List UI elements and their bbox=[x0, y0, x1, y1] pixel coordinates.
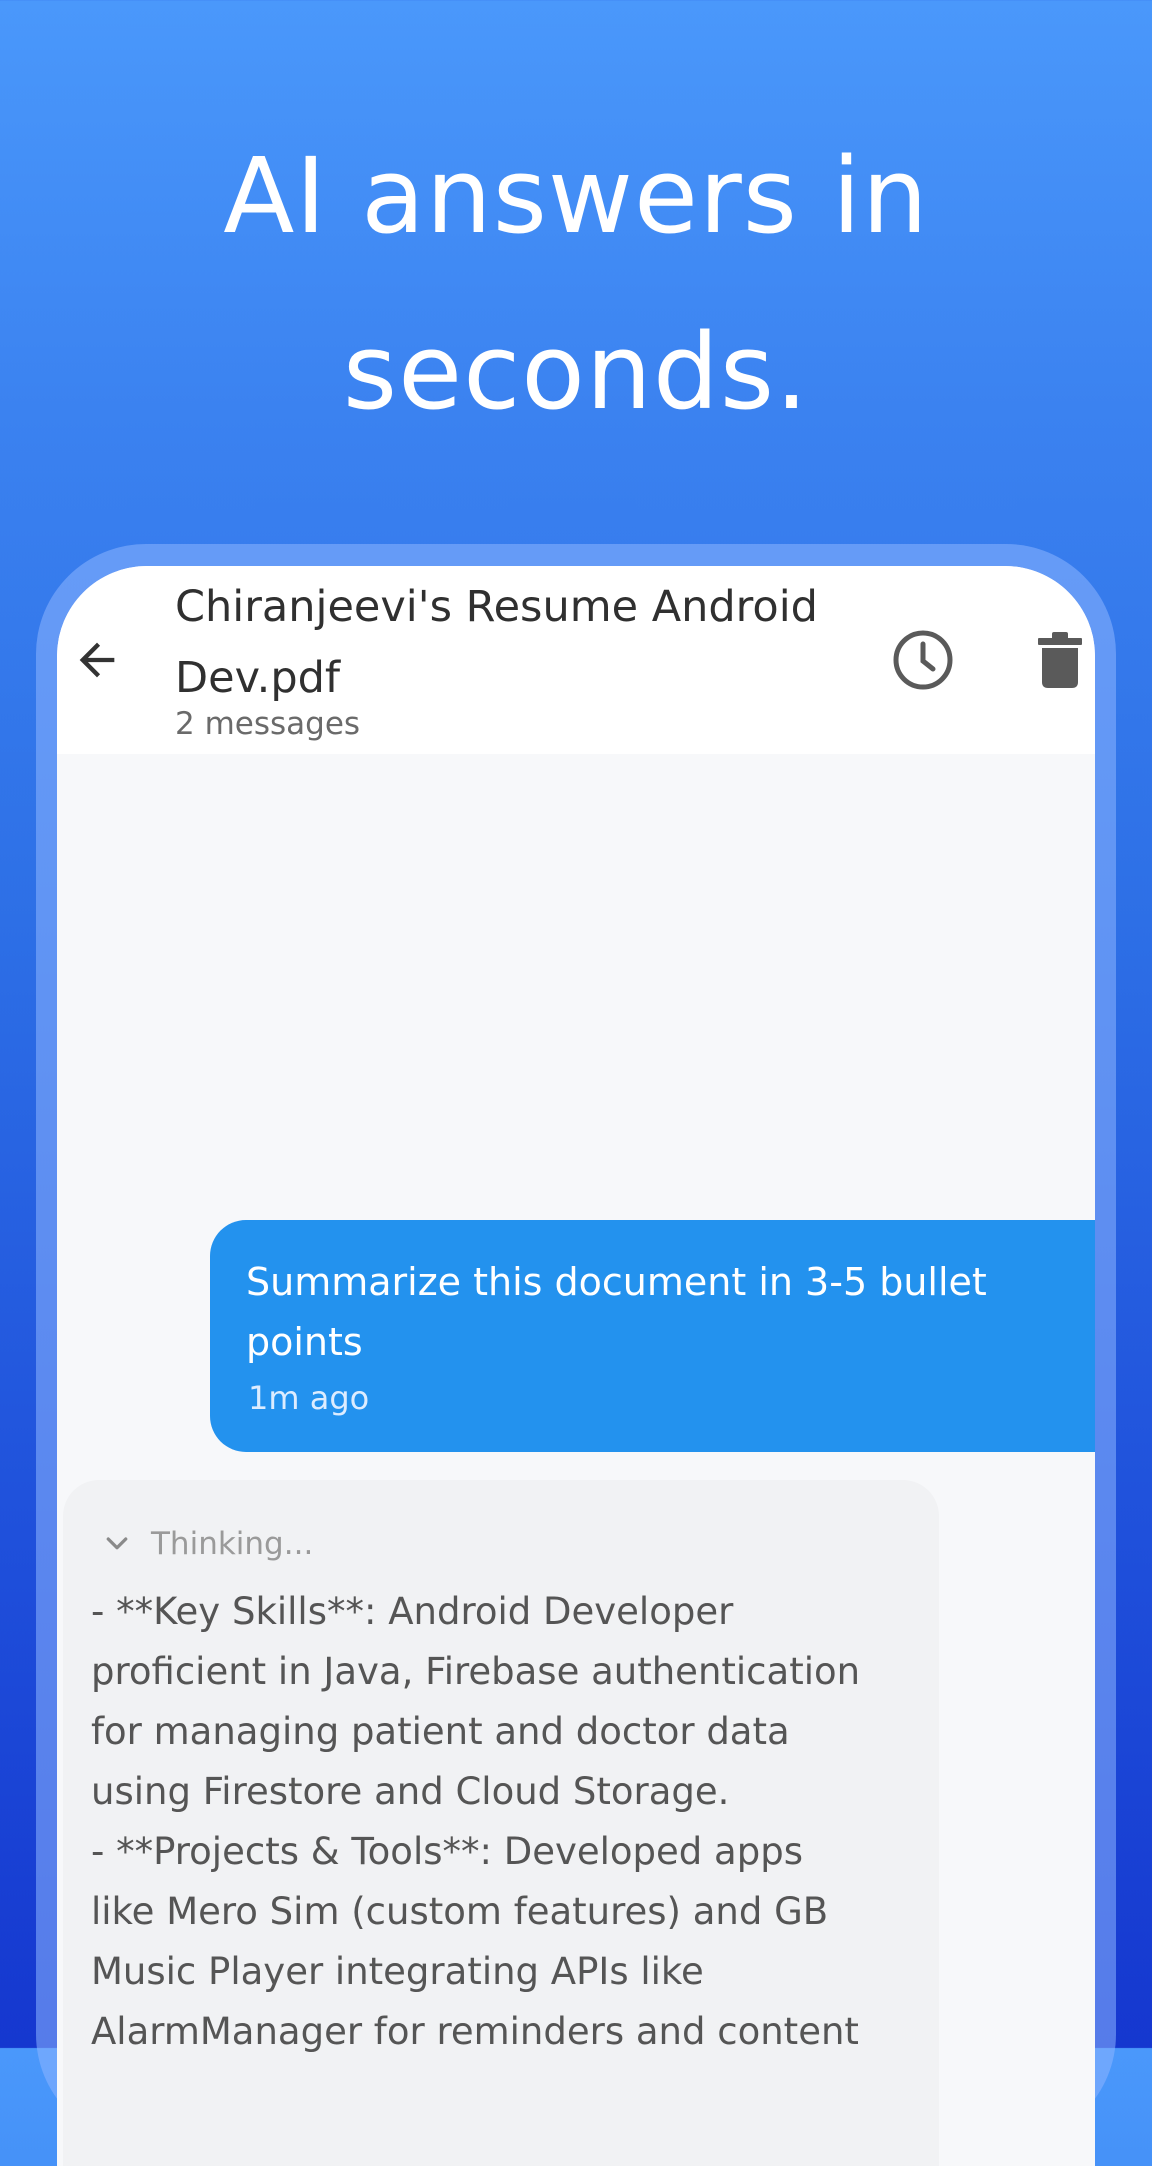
document-title-line-1: Chiranjeevi's Resume Android bbox=[175, 582, 818, 632]
document-title-line-2: Dev.pdf bbox=[175, 653, 341, 703]
message-count: 2 messages bbox=[175, 706, 361, 742]
user-message-line-1: Summarize this document in 3-5 bullet bbox=[246, 1260, 987, 1304]
ai-message-bubble: Thinking... - **Key Skills**: Android De… bbox=[63, 1480, 939, 2166]
phone-screen: Chiranjeevi's Resume Android Dev.pdf 2 m… bbox=[57, 566, 1095, 2166]
headline-line-2: seconds. bbox=[342, 311, 810, 433]
back-button[interactable] bbox=[65, 628, 129, 692]
delete-button[interactable] bbox=[1025, 622, 1095, 698]
user-message-time: 1m ago bbox=[248, 1379, 370, 1417]
user-message-line-2: points bbox=[246, 1320, 363, 1364]
user-message-bubble: Summarize this document in 3-5 bullet po… bbox=[210, 1220, 1095, 1452]
chat-area[interactable]: Summarize this document in 3-5 bullet po… bbox=[57, 754, 1095, 2166]
thinking-toggle[interactable]: Thinking... bbox=[91, 1516, 909, 1572]
thinking-label: Thinking... bbox=[151, 1526, 314, 1562]
chevron-down-icon bbox=[97, 1524, 137, 1564]
headline: AI answers in seconds. bbox=[0, 108, 1152, 460]
app-bar: Chiranjeevi's Resume Android Dev.pdf 2 m… bbox=[57, 566, 1095, 754]
back-arrow-icon bbox=[79, 642, 115, 678]
history-icon bbox=[893, 630, 953, 690]
ai-message-text: - **Key Skills**: Android Developer prof… bbox=[91, 1590, 861, 2053]
user-message-text: Summarize this document in 3-5 bullet po… bbox=[246, 1252, 1061, 1372]
document-title: Chiranjeevi's Resume Android Dev.pdf bbox=[175, 572, 875, 714]
trash-icon bbox=[1038, 632, 1082, 688]
headline-line-1: AI answers in bbox=[223, 135, 929, 257]
title-block: Chiranjeevi's Resume Android Dev.pdf 2 m… bbox=[175, 572, 875, 744]
history-button[interactable] bbox=[885, 622, 961, 698]
